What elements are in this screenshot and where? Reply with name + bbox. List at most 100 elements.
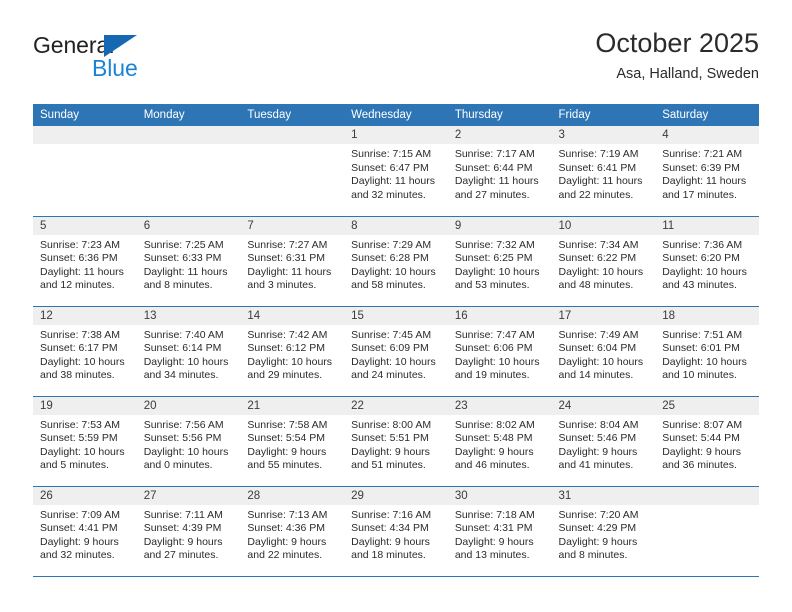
calendar-cell-day[interactable]: 1 Sunrise: 7:15 AM Sunset: 6:47 PM Daylight… bbox=[344, 126, 448, 217]
calendar-cell-day[interactable]: 17 Sunrise: 7:49 AM Sunset: 6:04 PM Dayligh… bbox=[551, 306, 656, 397]
weekday-header-sunday: Sunday bbox=[33, 104, 137, 126]
calendar-cell-day[interactable]: 10 Sunrise: 7:34 AM Sunset: 6:22 PM Dayligh… bbox=[551, 216, 656, 307]
calendar-cell-day[interactable]: 26 Sunrise: 7:09 AM Sunset: 4:41 PM Dayligh… bbox=[33, 486, 137, 577]
calendar-cell-day[interactable]: 29 Sunrise: 7:16 AM Sunset: 4:34 PM Dayligh… bbox=[344, 486, 448, 577]
calendar-header-row: Sunday Monday Tuesday Wednesday Thursday Frid… bbox=[33, 104, 759, 126]
day-sun-info: Sunrise: 7:53 AM Sunset: 5:59 PM Daylight:… bbox=[33, 415, 137, 473]
day-number: 6 bbox=[136, 216, 241, 235]
calendar-cell-day[interactable]: 13 Sunrise: 7:40 AM Sunset: 6:14 PM Dayligh… bbox=[136, 306, 241, 397]
logo-flag-icon bbox=[104, 35, 137, 57]
day-sun-info: Sunrise: 7:47 AM Sunset: 6:06 PM Daylight:… bbox=[448, 325, 552, 383]
calendar-cell-day[interactable]: 18 Sunrise: 7:51 AM Sunset: 6:01 PM Dayligh… bbox=[655, 306, 759, 397]
day-sun-info: Sunrise: 7:51 AM Sunset: 6:01 PM Daylight:… bbox=[655, 325, 759, 383]
general-blue-logo[interactable]: General Blue bbox=[33, 32, 273, 88]
day-number: 19 bbox=[33, 396, 137, 415]
daylight-text-line2: and 14 minutes. bbox=[558, 369, 634, 382]
calendar-cell-day[interactable]: 28 Sunrise: 7:13 AM Sunset: 4:36 PM Dayligh… bbox=[240, 486, 345, 577]
calendar-cell-day[interactable]: 12 Sunrise: 7:38 AM Sunset: 6:17 PM Dayligh… bbox=[33, 306, 137, 397]
calendar-cell-day[interactable]: 20 Sunrise: 7:56 AM Sunset: 5:56 PM Dayligh… bbox=[136, 396, 241, 487]
sunset-text: Sunset: 4:36 PM bbox=[247, 522, 326, 535]
calendar-cell-day[interactable]: 30 Sunrise: 7:18 AM Sunset: 4:31 PM Dayligh… bbox=[447, 486, 552, 577]
day-cell: 8 Sunrise: 7:29 AM Sunset: 6:28 PM Daylight… bbox=[344, 216, 448, 305]
sunset-text: Sunset: 4:29 PM bbox=[558, 522, 637, 535]
day-sun-info: Sunrise: 7:25 AM Sunset: 6:33 PM Daylight:… bbox=[137, 235, 241, 293]
sunrise-text: Sunrise: 7:32 AM bbox=[454, 238, 535, 251]
sunrise-text: Sunrise: 7:19 AM bbox=[558, 148, 639, 160]
day-number bbox=[33, 126, 137, 144]
sunrise-text: Sunrise: 8:07 AM bbox=[662, 418, 743, 431]
calendar-cell-day[interactable]: 24 Sunrise: 8:04 AM Sunset: 5:46 PM Dayligh… bbox=[551, 396, 656, 487]
calendar-cell-day[interactable]: 27 Sunrise: 7:11 AM Sunset: 4:39 PM Dayligh… bbox=[136, 486, 241, 577]
sunset-text: Sunset: 5:44 PM bbox=[662, 432, 740, 445]
daylight-text-line1: Daylight: 11 hours bbox=[143, 265, 228, 278]
calendar-cell-day[interactable]: 6 Sunrise: 7:25 AM Sunset: 6:33 PM Daylight… bbox=[136, 216, 241, 307]
calendar-cell-day[interactable]: 3 Sunrise: 7:19 AM Sunset: 6:41 PM Daylight… bbox=[551, 126, 656, 217]
sunset-text: Sunset: 6:47 PM bbox=[351, 161, 429, 174]
day-number: 10 bbox=[551, 216, 656, 235]
day-cell bbox=[33, 126, 137, 214]
daylight-text-line2: and 34 minutes. bbox=[143, 369, 219, 382]
calendar-week-row: 5 Sunrise: 7:23 AM Sunset: 6:36 PM Daylight… bbox=[33, 216, 759, 307]
calendar-cell-day[interactable]: 7 Sunrise: 7:27 AM Sunset: 6:31 PM Daylight… bbox=[240, 216, 345, 307]
sunrise-text: Sunrise: 7:34 AM bbox=[558, 238, 639, 251]
sunset-text: Sunset: 6:12 PM bbox=[247, 342, 326, 355]
calendar-cell-day[interactable]: 8 Sunrise: 7:29 AM Sunset: 6:28 PM Daylight… bbox=[344, 216, 448, 307]
calendar-cell-day[interactable]: 16 Sunrise: 7:47 AM Sunset: 6:06 PM Dayligh… bbox=[447, 306, 552, 397]
day-sun-info: Sunrise: 7:09 AM Sunset: 4:41 PM Daylight:… bbox=[33, 505, 137, 563]
calendar-cell-day[interactable]: 5 Sunrise: 7:23 AM Sunset: 6:36 PM Daylight… bbox=[33, 216, 137, 307]
sunset-text: Sunset: 6:39 PM bbox=[662, 161, 740, 174]
calendar-cell-day[interactable]: 25 Sunrise: 8:07 AM Sunset: 5:44 PM Dayligh… bbox=[655, 396, 759, 487]
sunrise-text: Sunrise: 7:36 AM bbox=[662, 238, 743, 251]
calendar-cell-day[interactable]: 4 Sunrise: 7:21 AM Sunset: 6:39 PM Daylight… bbox=[655, 126, 759, 217]
calendar-cell-day[interactable]: 2 Sunrise: 7:17 AM Sunset: 6:44 PM Daylight… bbox=[447, 126, 552, 217]
daylight-text-line1: Daylight: 9 hours bbox=[351, 535, 430, 548]
daylight-text-line2: and 48 minutes. bbox=[558, 279, 634, 292]
day-sun-info: Sunrise: 7:16 AM Sunset: 4:34 PM Daylight:… bbox=[344, 505, 448, 563]
calendar-cell-empty bbox=[240, 126, 345, 217]
calendar-cell-day[interactable]: 9 Sunrise: 7:32 AM Sunset: 6:25 PM Daylight… bbox=[447, 216, 552, 307]
day-sun-info: Sunrise: 7:29 AM Sunset: 6:28 PM Daylight:… bbox=[344, 235, 448, 293]
sunset-text: Sunset: 4:41 PM bbox=[40, 522, 118, 535]
day-sun-info: Sunrise: 7:49 AM Sunset: 6:04 PM Daylight:… bbox=[552, 325, 656, 383]
sunset-text: Sunset: 6:06 PM bbox=[454, 342, 533, 355]
daylight-text-line2: and 22 minutes. bbox=[558, 188, 634, 201]
sunset-text: Sunset: 6:01 PM bbox=[662, 342, 740, 355]
calendar-cell-day[interactable]: 23 Sunrise: 8:02 AM Sunset: 5:48 PM Dayligh… bbox=[447, 396, 552, 487]
day-sun-info: Sunrise: 7:34 AM Sunset: 6:22 PM Daylight:… bbox=[552, 235, 656, 293]
weekday-header-wednesday: Wednesday bbox=[344, 104, 448, 126]
day-sun-info: Sunrise: 7:23 AM Sunset: 6:36 PM Daylight:… bbox=[33, 235, 137, 293]
day-cell: 14 Sunrise: 7:42 AM Sunset: 6:12 PM Dayligh… bbox=[240, 306, 345, 395]
daylight-text-line1: Daylight: 10 hours bbox=[351, 355, 436, 368]
calendar-cell-day[interactable]: 11 Sunrise: 7:36 AM Sunset: 6:20 PM Dayligh… bbox=[655, 216, 759, 307]
calendar-cell-day[interactable]: 19 Sunrise: 7:53 AM Sunset: 5:59 PM Dayligh… bbox=[33, 396, 137, 487]
calendar-body: 1 Sunrise: 7:15 AM Sunset: 6:47 PM Daylight… bbox=[33, 126, 759, 577]
calendar-page: General Blue October 2025 Asa, Halland, … bbox=[0, 0, 792, 612]
daylight-text-line2: and 55 minutes. bbox=[247, 459, 323, 472]
sunrise-text: Sunrise: 7:45 AM bbox=[351, 328, 432, 341]
sunrise-text: Sunrise: 7:13 AM bbox=[247, 508, 328, 521]
calendar-cell-day[interactable]: 15 Sunrise: 7:45 AM Sunset: 6:09 PM Dayligh… bbox=[344, 306, 448, 397]
day-number: 14 bbox=[240, 306, 345, 325]
calendar-cell-day[interactable]: 14 Sunrise: 7:42 AM Sunset: 6:12 PM Dayligh… bbox=[240, 306, 345, 397]
daylight-text-line2: and 27 minutes. bbox=[143, 549, 219, 562]
sunrise-text: Sunrise: 7:58 AM bbox=[247, 418, 328, 431]
calendar-cell-day[interactable]: 31 Sunrise: 7:20 AM Sunset: 4:29 PM Dayligh… bbox=[551, 486, 656, 577]
sunrise-text: Sunrise: 7:42 AM bbox=[247, 328, 328, 341]
sunrise-text: Sunrise: 7:27 AM bbox=[247, 238, 328, 251]
calendar-cell-day[interactable]: 22 Sunrise: 8:00 AM Sunset: 5:51 PM Dayligh… bbox=[344, 396, 448, 487]
day-number: 3 bbox=[551, 126, 656, 144]
day-cell: 19 Sunrise: 7:53 AM Sunset: 5:59 PM Dayligh… bbox=[33, 396, 137, 485]
day-cell: 10 Sunrise: 7:34 AM Sunset: 6:22 PM Dayligh… bbox=[551, 216, 656, 305]
daylight-text-line2: and 24 minutes. bbox=[351, 369, 426, 382]
day-cell: 27 Sunrise: 7:11 AM Sunset: 4:39 PM Dayligh… bbox=[136, 486, 241, 575]
calendar-cell-day[interactable]: 21 Sunrise: 7:58 AM Sunset: 5:54 PM Dayligh… bbox=[240, 396, 345, 487]
day-cell bbox=[655, 486, 759, 575]
daylight-text-line2: and 10 minutes. bbox=[662, 369, 737, 382]
day-sun-info: Sunrise: 7:21 AM Sunset: 6:39 PM Daylight:… bbox=[655, 144, 759, 202]
sunrise-text: Sunrise: 8:00 AM bbox=[351, 418, 432, 431]
daylight-text-line2: and 38 minutes. bbox=[40, 369, 115, 382]
sunset-text: Sunset: 4:34 PM bbox=[351, 522, 429, 535]
day-cell: 23 Sunrise: 8:02 AM Sunset: 5:48 PM Dayligh… bbox=[447, 396, 552, 485]
daylight-text-line1: Daylight: 10 hours bbox=[143, 445, 229, 458]
sunset-text: Sunset: 5:59 PM bbox=[40, 432, 118, 445]
